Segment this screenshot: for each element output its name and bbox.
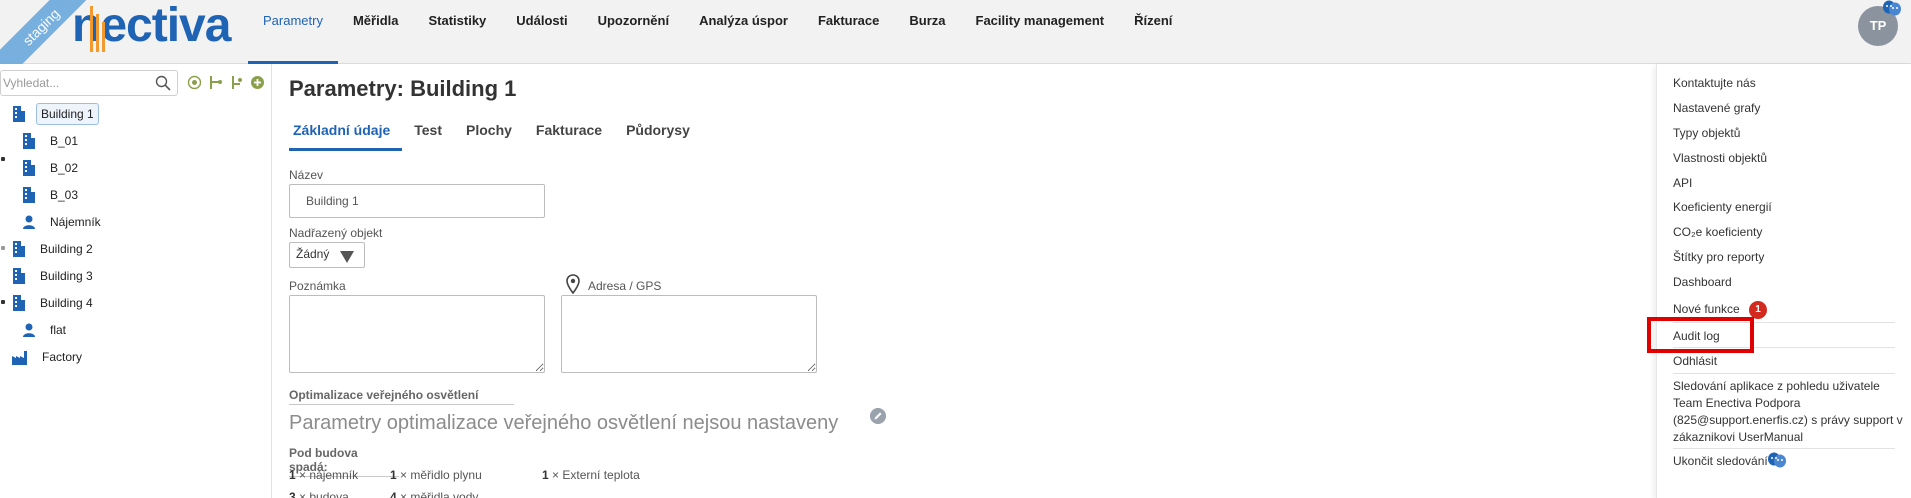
- tree-toolbar: [187, 75, 265, 90]
- menu-nove-funkce[interactable]: Nové funkce: [1673, 302, 1740, 316]
- nav-parametry[interactable]: Parametry: [248, 0, 338, 64]
- tree-item-building-2[interactable]: Building 2: [12, 237, 97, 261]
- nav-rizeni[interactable]: Řízení: [1119, 0, 1187, 64]
- note-label: Poznámka: [289, 279, 346, 293]
- tab-fakturace[interactable]: Fakturace: [536, 116, 614, 151]
- nav-statistiky[interactable]: Statistiky: [413, 0, 501, 64]
- tree-item-najemnik[interactable]: Nájemník: [22, 210, 105, 234]
- tab-plochy[interactable]: Plochy: [466, 116, 524, 151]
- tree-toggle-icon[interactable]: [1, 157, 5, 161]
- tabs: Základní údaje Test Plochy Fakturace Půd…: [289, 116, 714, 151]
- menu-co2e-koeficienty[interactable]: CO₂e koeficienty: [1673, 225, 1762, 239]
- nav-udalosti[interactable]: Události: [501, 0, 582, 64]
- target-icon[interactable]: [187, 75, 202, 90]
- menu-divider: [1673, 448, 1895, 449]
- map-pin-icon: [566, 274, 580, 294]
- nav-upozorneni[interactable]: Upozornění: [583, 0, 685, 64]
- building-icon: [23, 187, 35, 203]
- building-icon: [13, 268, 25, 284]
- user-menu: Kontaktujte nás Nastavené grafy Typy obj…: [1656, 64, 1911, 498]
- menu-typy-objektu[interactable]: Typy objektů: [1673, 126, 1740, 140]
- search-icon[interactable]: [155, 75, 171, 91]
- lighting-section-title: Optimalizace veřejného osvětlení: [289, 388, 514, 405]
- tree-item-b01[interactable]: B_01: [22, 129, 82, 153]
- parent-select-value: Žádný: [296, 247, 330, 261]
- summary-item: 1 × nájemník: [289, 468, 359, 482]
- tree-item-building-3[interactable]: Building 3: [12, 264, 97, 288]
- tab-zakladni-udaje[interactable]: Základní údaje: [289, 116, 403, 151]
- summary-item: 1 × měřidlo plynu: [390, 468, 482, 482]
- tree-item-building-4[interactable]: Building 4: [12, 291, 97, 315]
- tab-test[interactable]: Test: [414, 116, 454, 151]
- tree-search-input[interactable]: [1, 71, 149, 95]
- logo-bars-icon: [90, 6, 105, 52]
- object-tree-sidebar: Building 1 B_01 B_02 B_03 Nájemník Build…: [0, 64, 272, 498]
- nav-analyza-uspor[interactable]: Analýza úspor: [684, 0, 803, 64]
- main-content: Parametry: Building 1 Základní údaje Tes…: [272, 64, 1652, 498]
- summary-item: 3 × budova: [289, 490, 349, 498]
- menu-odhlasit[interactable]: Odhlásit: [1673, 354, 1717, 368]
- tracking-info: Sledování aplikace z pohledu uživatele T…: [1673, 379, 1903, 444]
- person-icon: [23, 323, 35, 337]
- tree-item-factory[interactable]: Factory: [12, 345, 86, 369]
- nav-fakturace[interactable]: Fakturace: [803, 0, 894, 64]
- building-icon: [13, 241, 25, 257]
- nav-burza[interactable]: Burza: [894, 0, 960, 64]
- nav-meridla[interactable]: Měřidla: [338, 0, 414, 64]
- menu-api[interactable]: API: [1673, 176, 1692, 190]
- theater-masks-icon: [1883, 0, 1901, 16]
- building-icon: [23, 160, 35, 176]
- menu-vlastnosti-objektu[interactable]: Vlastnosti objektů: [1673, 151, 1767, 165]
- summary-item: 4 × měřidla vody: [390, 490, 479, 498]
- building-icon: [13, 106, 25, 122]
- building-icon: [13, 295, 25, 311]
- tree-item-b03[interactable]: B_03: [22, 183, 82, 207]
- collapse-tree-icon[interactable]: [229, 75, 244, 90]
- tree-toggle-icon[interactable]: [1, 300, 5, 304]
- person-icon: [23, 215, 35, 229]
- menu-koeficienty-energii[interactable]: Koeficienty energií: [1673, 200, 1772, 214]
- nav-facility-management[interactable]: Facility management: [961, 0, 1120, 64]
- tree-item-flat[interactable]: flat: [22, 318, 70, 342]
- tree-search: [0, 70, 178, 96]
- tree-item-building-1[interactable]: Building 1: [12, 102, 99, 126]
- tab-pudorysy[interactable]: Půdorysy: [626, 116, 702, 151]
- menu-nastavene-grafy[interactable]: Nastavené grafy: [1673, 101, 1760, 115]
- menu-kontaktujte-nas[interactable]: Kontaktujte nás: [1673, 76, 1756, 90]
- name-field[interactable]: [289, 184, 545, 218]
- lighting-message: Parametry optimalizace veřejného osvětle…: [289, 412, 839, 434]
- main-nav: Parametry Měřidla Statistiky Události Up…: [248, 0, 1187, 64]
- parent-label: Nadřazený objekt: [289, 226, 383, 240]
- audit-log-highlight: [1647, 317, 1754, 353]
- add-object-icon[interactable]: [250, 75, 265, 90]
- expand-tree-icon[interactable]: [208, 75, 223, 90]
- address-textarea[interactable]: [561, 295, 817, 373]
- page-title: Parametry: Building 1: [289, 76, 517, 101]
- edit-icon[interactable]: [870, 408, 886, 424]
- building-icon: [23, 133, 35, 149]
- summary-item: 1 × Externí teplota: [542, 468, 640, 482]
- address-label: Adresa / GPS: [588, 279, 662, 293]
- tree-item-b02[interactable]: B_02: [22, 156, 82, 180]
- note-textarea[interactable]: [289, 295, 545, 373]
- factory-icon: [12, 351, 27, 365]
- parent-select[interactable]: Žádný: [289, 242, 365, 268]
- top-header: nectiva staging Parametry Měřidla Statis…: [0, 0, 1911, 64]
- menu-stop-tracking[interactable]: Ukončit sledování: [1673, 454, 1768, 468]
- menu-dashboard[interactable]: Dashboard: [1673, 275, 1732, 289]
- tree-toggle-icon[interactable]: [1, 246, 5, 250]
- name-label: Název: [289, 168, 324, 182]
- menu-divider: [1673, 373, 1895, 374]
- theater-masks-icon: [1768, 452, 1786, 468]
- logo[interactable]: nectiva staging: [0, 0, 250, 64]
- menu-stitky-pro-reporty[interactable]: Štítky pro reporty: [1673, 250, 1764, 264]
- chevron-down-icon: [340, 251, 354, 263]
